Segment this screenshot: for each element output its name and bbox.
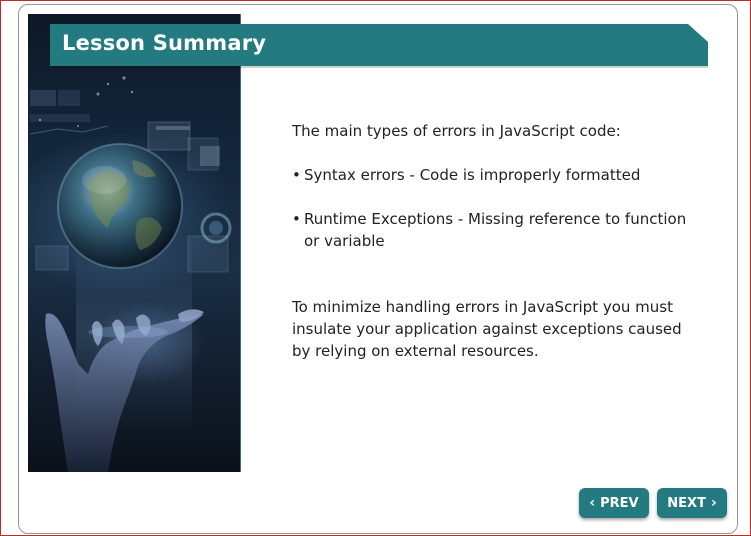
bullet-marker: • xyxy=(292,210,301,228)
bullet-item: • Runtime Exceptions - Missing reference… xyxy=(292,208,702,252)
bullet-item: • Syntax errors - Code is improperly for… xyxy=(292,164,702,186)
bullet-text: Runtime Exceptions - Missing reference t… xyxy=(304,210,687,250)
next-label: NEXT xyxy=(667,495,706,511)
bullet-text: Syntax errors - Code is improperly forma… xyxy=(304,166,641,184)
chevron-left-icon: ‹ xyxy=(589,495,596,511)
closing-text: To minimize handling errors in JavaScrip… xyxy=(292,298,682,360)
lesson-content: The main types of errors in JavaScript c… xyxy=(292,120,702,362)
prev-button[interactable]: ‹ PREV xyxy=(579,488,649,518)
next-button[interactable]: NEXT › xyxy=(657,488,727,518)
chevron-right-icon: › xyxy=(710,495,717,511)
page-title: Lesson Summary xyxy=(62,31,267,55)
hand-globe-image xyxy=(28,14,241,472)
prev-label: PREV xyxy=(600,495,639,511)
title-banner: Lesson Summary xyxy=(50,24,710,70)
bullet-marker: • xyxy=(292,166,301,184)
intro-text: The main types of errors in JavaScript c… xyxy=(292,122,621,140)
